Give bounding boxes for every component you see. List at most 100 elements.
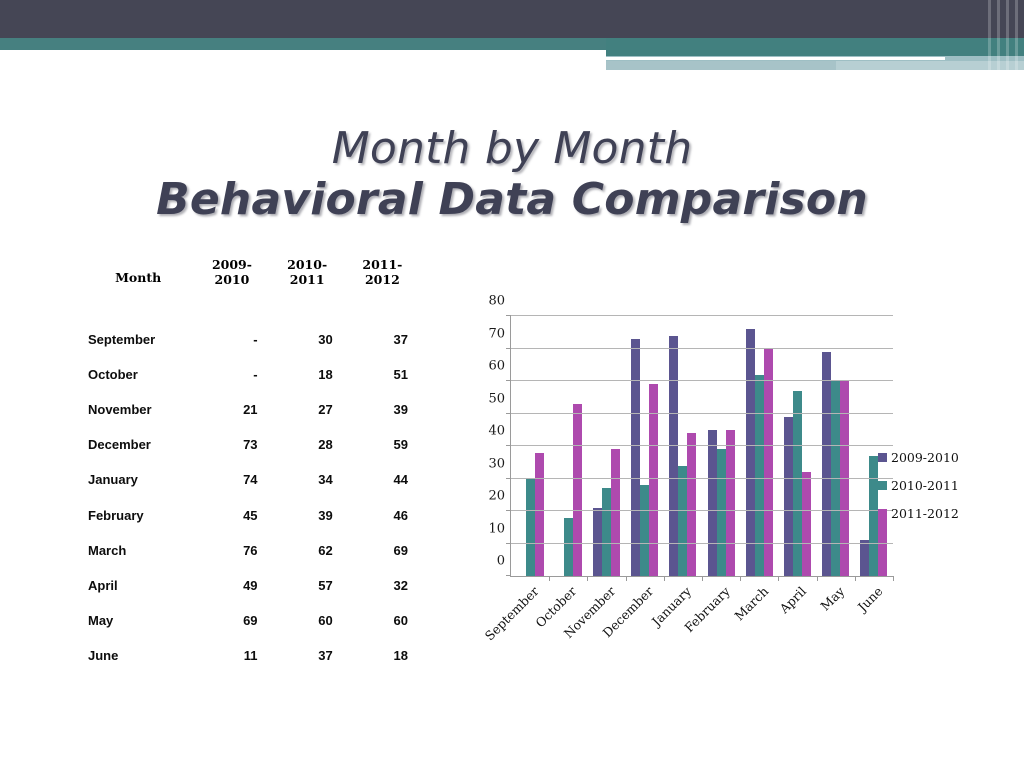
cell-value: 30 xyxy=(318,331,333,347)
chart-bar xyxy=(572,403,582,576)
chart-x-tick-label: April xyxy=(776,583,810,617)
chart-y-tick-mark xyxy=(506,575,511,576)
chart-x-tick-label: June xyxy=(855,583,886,615)
cell-value: 76 xyxy=(243,542,258,558)
chart-y-tick-mark xyxy=(506,542,511,544)
cell-month: September xyxy=(88,331,156,347)
chart-plot-area: 0 10 20 30 40 50 60 70 80 xyxy=(488,294,895,581)
chart-bar xyxy=(563,517,573,576)
table-row: June 11 37 18 xyxy=(82,638,420,673)
table-row: March 76 62 69 xyxy=(82,533,420,568)
chart-bar-group xyxy=(626,316,666,581)
cell-value: 49 xyxy=(243,577,258,593)
cell-value: 60 xyxy=(318,613,333,629)
chart-x-label-cell: June xyxy=(855,581,893,641)
table-row: October - 18 51 xyxy=(82,357,420,392)
chart-y-tick-label: 30 xyxy=(488,456,505,471)
chart-legend-label: 2010-2011 xyxy=(891,478,959,493)
table-row: April 49 57 32 xyxy=(82,568,420,603)
chart-y-tick-mark xyxy=(506,315,511,316)
chart-bar xyxy=(611,449,620,576)
chart-legend: 2009-2010 2010-2011 2011-2012 xyxy=(878,450,998,534)
chart-bar-group xyxy=(664,316,704,581)
chart-y-tick-label: 0 xyxy=(496,553,505,569)
chart-bar xyxy=(602,488,611,576)
chart-legend-swatch xyxy=(878,509,887,518)
cell-value: - xyxy=(253,366,258,382)
cell-value: 28 xyxy=(318,437,333,453)
chart-gridline xyxy=(511,315,893,316)
table-row: February 45 39 46 xyxy=(82,497,420,532)
chart-y-tick-mark xyxy=(506,445,511,446)
cell-month: June xyxy=(88,648,119,664)
cell-month: April xyxy=(88,577,118,593)
chart-bar xyxy=(678,465,688,576)
chart-legend-label: 2011-2012 xyxy=(891,506,959,521)
slide-title: Month by Month Behavioral Data Compariso… xyxy=(0,124,1024,225)
chart-bar-group xyxy=(740,316,780,581)
cell-value: 45 xyxy=(243,507,258,523)
cell-value: 44 xyxy=(393,472,408,488)
cell-value: 39 xyxy=(318,507,333,523)
chart-x-tick-label: May xyxy=(817,583,848,614)
chart-gridline xyxy=(511,412,893,414)
cell-value: 18 xyxy=(393,648,408,664)
title-line-2: Behavioral Data Comparison xyxy=(156,174,868,226)
chart-bar xyxy=(840,381,850,576)
chart-bar xyxy=(631,338,641,576)
chart-x-label-cell: May xyxy=(816,581,854,641)
banner-vertical-stripe xyxy=(988,0,991,70)
chart-bar xyxy=(725,429,735,576)
chart-bar xyxy=(669,335,679,576)
chart-y-tick-label: 60 xyxy=(488,358,505,374)
table-row: November 21 27 39 xyxy=(82,392,420,427)
chart-bar-group xyxy=(702,316,742,581)
cell-month: March xyxy=(88,542,127,558)
chart-gridline xyxy=(511,380,893,381)
chart-bar xyxy=(687,433,697,576)
behavioral-data-chart: 0 10 20 30 40 50 60 70 80 September October Novemb… xyxy=(460,294,959,644)
chart-y-tick-label: 50 xyxy=(488,391,505,406)
banner-white-band xyxy=(0,50,606,54)
chart-bar xyxy=(802,472,812,576)
cell-value: 11 xyxy=(243,648,258,664)
cell-month: November xyxy=(88,401,152,417)
cell-value: 37 xyxy=(318,648,333,664)
table-row: January 74 34 44 xyxy=(82,462,420,497)
cell-value: - xyxy=(253,331,258,347)
chart-legend-swatch xyxy=(878,453,887,462)
chart-y-tick-mark xyxy=(506,477,511,479)
cell-value: 62 xyxy=(318,542,333,558)
column-header-month: Month xyxy=(115,270,162,285)
chart-gridline xyxy=(511,477,893,479)
cell-value: 51 xyxy=(393,366,408,382)
chart-bar-group xyxy=(511,316,551,581)
banner-teal-band-left xyxy=(0,38,606,50)
chart-y-tick-label: 40 xyxy=(488,423,505,439)
column-header-2011-2012: 2011- 2012 xyxy=(362,257,403,287)
title-line-1: Month by Month xyxy=(331,123,693,174)
table-header-row: Month 2009- 2010 2010- 2011 2011- 2012 xyxy=(82,257,420,322)
chart-bar xyxy=(525,478,535,576)
chart-bar xyxy=(754,374,764,576)
chart-y-tick-label: 80 xyxy=(488,293,505,309)
column-header-2010-2011: 2010- 2011 xyxy=(287,257,328,287)
chart-y-tick-mark xyxy=(506,510,511,511)
cell-value: 60 xyxy=(393,613,408,629)
table-row: May 69 60 60 xyxy=(82,603,420,638)
chart-y-tick-label: 70 xyxy=(488,326,505,341)
cell-value: 39 xyxy=(393,401,408,417)
chart-gridline xyxy=(511,510,893,511)
chart-bar xyxy=(707,429,717,576)
chart-gridline xyxy=(511,445,893,446)
banner-light-band-3 xyxy=(836,61,1024,70)
chart-bar xyxy=(793,390,803,576)
cell-value: 59 xyxy=(393,437,408,453)
chart-y-tick-label: 20 xyxy=(488,488,505,504)
chart-x-label-cell: April xyxy=(776,581,816,641)
chart-bar xyxy=(640,485,650,576)
cell-value: 73 xyxy=(243,437,258,453)
chart-bar xyxy=(716,449,726,576)
chart-x-axis-labels: September October November December January F… xyxy=(481,581,893,644)
chart-bar xyxy=(831,381,841,576)
